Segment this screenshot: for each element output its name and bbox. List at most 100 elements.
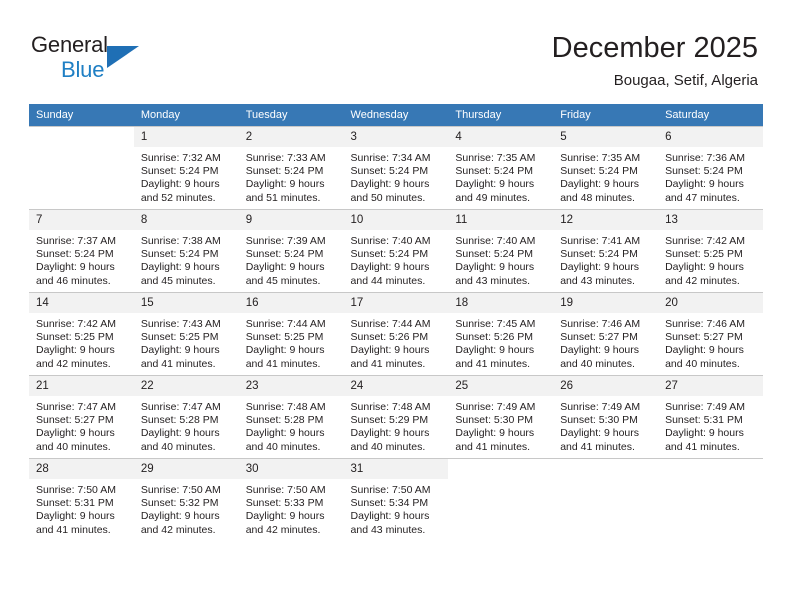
day-number: 28 — [29, 459, 134, 479]
weekday-header-saturday: Saturday — [658, 104, 763, 127]
calendar-day-cell[interactable]: 3 Sunrise: 7:34 AM Sunset: 5:24 PM Daylight… — [343, 126, 449, 210]
calendar-day-cell[interactable]: 13 Sunrise: 7:42 AM Sunset: 5:25 PM Dayligh… — [658, 209, 763, 293]
sunrise-time: Sunrise: 7:37 AM — [36, 235, 116, 247]
calendar-grid: Sunday Monday Tuesday Wednesday Thursday… — [29, 104, 763, 541]
calendar-day-cell[interactable]: 15 Sunrise: 7:43 AM Sunset: 5:25 PM Dayligh… — [133, 292, 239, 376]
sunset-time: Sunset: 5:27 PM — [665, 331, 743, 344]
day-number: 23 — [238, 376, 344, 396]
calendar-day-cell[interactable]: 14 Sunrise: 7:42 AM Sunset: 5:25 PM Dayligh… — [29, 292, 134, 376]
calendar-day-cell[interactable]: 19 Sunrise: 7:46 AM Sunset: 5:27 PM Dayligh… — [553, 292, 659, 376]
sunset-time: Sunset: 5:24 PM — [455, 248, 534, 261]
daylight-duration-line1: Daylight: 9 hours — [560, 261, 640, 274]
daylight-duration-line2: and 41 minutes. — [560, 440, 635, 453]
day-number: 27 — [658, 376, 763, 396]
calendar-day-cell[interactable]: 20 Sunrise: 7:46 AM Sunset: 5:27 PM Dayligh… — [658, 292, 763, 376]
sunset-time: Sunset: 5:34 PM — [350, 497, 429, 510]
calendar-day-cell[interactable]: 28 Sunrise: 7:50 AM Sunset: 5:31 PM Dayligh… — [29, 458, 134, 541]
day-number: 22 — [133, 376, 239, 396]
calendar-day-cell[interactable]: 16 Sunrise: 7:44 AM Sunset: 5:25 PM Dayligh… — [238, 292, 344, 376]
daylight-duration-line1: Daylight: 9 hours — [140, 261, 220, 274]
logo-text-blue: Blue — [61, 57, 105, 82]
calendar-week-row: 1 Sunrise: 7:32 AM Sunset: 5:24 PM Daylight… — [29, 126, 763, 210]
sunset-time: Sunset: 5:25 PM — [36, 331, 114, 344]
calendar-day-cell[interactable]: 21 Sunrise: 7:47 AM Sunset: 5:27 PM Dayligh… — [29, 375, 134, 459]
weekday-header-wednesday: Wednesday — [343, 104, 449, 127]
daylight-duration-line2: and 41 minutes. — [665, 440, 740, 453]
calendar-day-cell[interactable]: 10 Sunrise: 7:40 AM Sunset: 5:24 PM Dayligh… — [343, 209, 449, 293]
calendar-day-cell[interactable]: 26 Sunrise: 7:49 AM Sunset: 5:30 PM Dayligh… — [553, 375, 659, 459]
day-details: Sunrise: 7:44 AM Sunset: 5:25 PM Daylight:… — [239, 313, 344, 371]
calendar-day-cell[interactable]: 31 Sunrise: 7:50 AM Sunset: 5:34 PM Dayligh… — [343, 458, 449, 541]
daylight-duration-line1: Daylight: 9 hours — [245, 427, 325, 440]
daylight-duration-line2: and 40 minutes. — [560, 357, 635, 370]
sunset-time: Sunset: 5:24 PM — [560, 248, 638, 261]
sunrise-time: Sunrise: 7:47 AM — [36, 401, 116, 413]
day-number: 29 — [133, 459, 239, 479]
day-details: Sunrise: 7:39 AM Sunset: 5:24 PM Daylight:… — [239, 230, 344, 288]
day-details: Sunrise: 7:46 AM Sunset: 5:27 PM Daylight:… — [553, 313, 658, 371]
daylight-duration-line1: Daylight: 9 hours — [140, 344, 220, 357]
calendar-day-cell[interactable]: 8 Sunrise: 7:38 AM Sunset: 5:24 PM Daylight… — [133, 209, 239, 293]
weekday-header-monday: Monday — [133, 104, 239, 127]
day-number — [658, 459, 763, 479]
calendar-day-cell[interactable]: 7 Sunrise: 7:37 AM Sunset: 5:24 PM Daylight… — [29, 209, 134, 293]
sunrise-time: Sunrise: 7:49 AM — [455, 401, 536, 413]
daylight-duration-line1: Daylight: 9 hours — [245, 178, 325, 191]
calendar-day-cell[interactable]: 22 Sunrise: 7:47 AM Sunset: 5:28 PM Dayligh… — [133, 375, 239, 459]
day-details: Sunrise: 7:42 AM Sunset: 5:25 PM Daylight:… — [658, 230, 763, 288]
day-number: 4 — [448, 127, 554, 147]
calendar-day-cell-empty — [553, 458, 659, 541]
daylight-duration-line1: Daylight: 9 hours — [350, 178, 430, 191]
day-number: 15 — [133, 293, 239, 313]
calendar-day-cell[interactable]: 23 Sunrise: 7:48 AM Sunset: 5:28 PM Dayligh… — [238, 375, 344, 459]
day-details: Sunrise: 7:33 AM Sunset: 5:24 PM Daylight:… — [239, 147, 344, 205]
calendar-day-cell[interactable]: 30 Sunrise: 7:50 AM Sunset: 5:33 PM Dayligh… — [238, 458, 344, 541]
daylight-duration-line2: and 40 minutes. — [665, 357, 740, 370]
day-number: 26 — [553, 376, 659, 396]
sunrise-time: Sunrise: 7:47 AM — [140, 401, 221, 413]
calendar-day-cell[interactable]: 27 Sunrise: 7:49 AM Sunset: 5:31 PM Dayligh… — [658, 375, 763, 459]
daylight-duration-line1: Daylight: 9 hours — [560, 427, 640, 440]
page-subtitle: Bougaa, Setif, Algeria — [613, 72, 758, 89]
daylight-duration-line1: Daylight: 9 hours — [350, 427, 430, 440]
day-number: 7 — [29, 210, 134, 230]
calendar-day-cell[interactable]: 9 Sunrise: 7:39 AM Sunset: 5:24 PM Daylight… — [238, 209, 344, 293]
day-details: Sunrise: 7:41 AM Sunset: 5:24 PM Daylight:… — [553, 230, 658, 288]
sunset-time: Sunset: 5:24 PM — [245, 165, 324, 178]
sunrise-time: Sunrise: 7:42 AM — [665, 235, 746, 247]
sunrise-time: Sunrise: 7:49 AM — [665, 401, 746, 413]
calendar-day-cell[interactable]: 17 Sunrise: 7:44 AM Sunset: 5:26 PM Dayligh… — [343, 292, 449, 376]
calendar-day-cell[interactable]: 6 Sunrise: 7:36 AM Sunset: 5:24 PM Daylight… — [658, 126, 763, 210]
day-details: Sunrise: 7:38 AM Sunset: 5:24 PM Daylight:… — [134, 230, 239, 288]
calendar-day-cell[interactable]: 5 Sunrise: 7:35 AM Sunset: 5:24 PM Daylight… — [553, 126, 659, 210]
calendar-day-cell[interactable]: 1 Sunrise: 7:32 AM Sunset: 5:24 PM Daylight… — [133, 126, 239, 210]
day-details: Sunrise: 7:42 AM Sunset: 5:25 PM Daylight:… — [29, 313, 134, 371]
daylight-duration-line1: Daylight: 9 hours — [350, 510, 430, 523]
day-number: 18 — [448, 293, 554, 313]
calendar-day-cell[interactable]: 12 Sunrise: 7:41 AM Sunset: 5:24 PM Dayligh… — [553, 209, 659, 293]
sunset-time: Sunset: 5:24 PM — [665, 165, 743, 178]
daylight-duration-line2: and 45 minutes. — [140, 274, 216, 287]
day-details: Sunrise: 7:32 AM Sunset: 5:24 PM Daylight:… — [134, 147, 239, 205]
sunrise-time: Sunrise: 7:50 AM — [350, 484, 431, 496]
daylight-duration-line2: and 41 minutes. — [140, 357, 216, 370]
calendar-day-cell[interactable]: 11 Sunrise: 7:40 AM Sunset: 5:24 PM Dayligh… — [448, 209, 554, 293]
calendar-day-cell[interactable]: 2 Sunrise: 7:33 AM Sunset: 5:24 PM Daylight… — [238, 126, 344, 210]
calendar-day-cell[interactable]: 29 Sunrise: 7:50 AM Sunset: 5:32 PM Dayligh… — [133, 458, 239, 541]
day-details: Sunrise: 7:45 AM Sunset: 5:26 PM Daylight:… — [448, 313, 553, 371]
daylight-duration-line2: and 44 minutes. — [350, 274, 426, 287]
calendar-day-cell[interactable]: 25 Sunrise: 7:49 AM Sunset: 5:30 PM Dayligh… — [448, 375, 554, 459]
calendar-day-cell[interactable]: 24 Sunrise: 7:48 AM Sunset: 5:29 PM Dayligh… — [343, 375, 449, 459]
calendar-day-cell[interactable]: 18 Sunrise: 7:45 AM Sunset: 5:26 PM Dayligh… — [448, 292, 554, 376]
generalblue-logo[interactable]: General Blue — [31, 32, 261, 88]
calendar-day-cell-empty — [658, 458, 763, 541]
calendar-day-cell[interactable]: 4 Sunrise: 7:35 AM Sunset: 5:24 PM Daylight… — [448, 126, 554, 210]
daylight-duration-line2: and 42 minutes. — [665, 274, 740, 287]
daylight-duration-line2: and 40 minutes. — [36, 440, 111, 453]
daylight-duration-line2: and 42 minutes. — [245, 523, 321, 536]
sunrise-time: Sunrise: 7:50 AM — [36, 484, 116, 496]
daylight-duration-line2: and 41 minutes. — [36, 523, 111, 536]
sunset-time: Sunset: 5:27 PM — [560, 331, 638, 344]
sunset-time: Sunset: 5:30 PM — [455, 414, 534, 427]
daylight-duration-line1: Daylight: 9 hours — [455, 178, 535, 191]
